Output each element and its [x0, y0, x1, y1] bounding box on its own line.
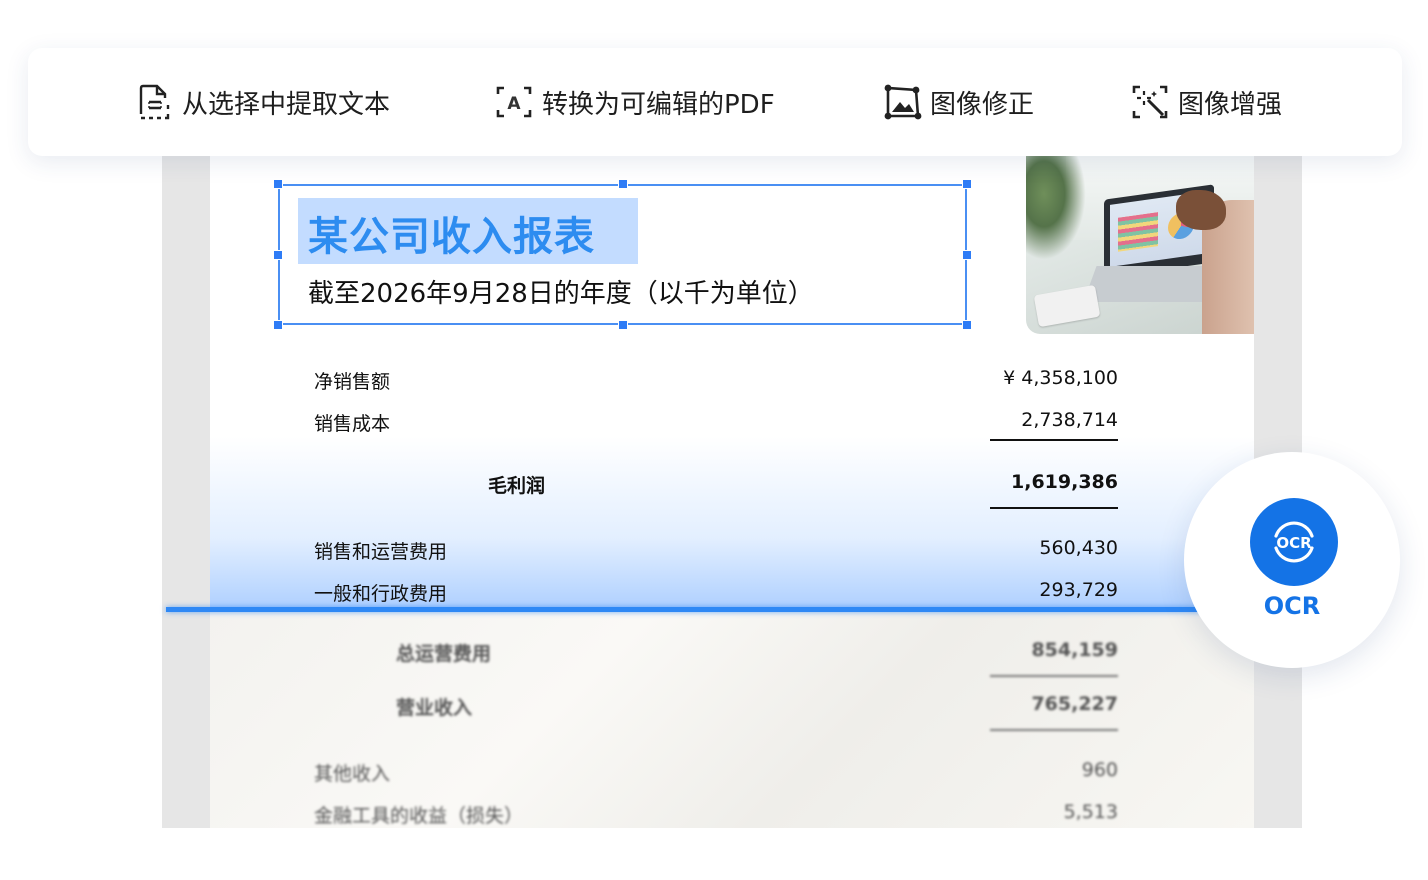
row-value-net-sales: ¥ 4,358,100 — [1003, 367, 1118, 389]
row-value-other-income: 960 — [1081, 759, 1118, 781]
resize-handle-middle-right[interactable] — [962, 250, 972, 260]
subtotal-rule — [990, 439, 1118, 441]
resize-handle-bottom-right[interactable] — [962, 320, 972, 330]
row-value-admin-expenses: 293,729 — [1039, 579, 1118, 601]
row-label-selling-expenses: 销售和运营费用 — [314, 541, 448, 563]
row-label-net-sales: 净销售额 — [314, 371, 391, 393]
row-value-selling-expenses: 560,430 — [1039, 537, 1118, 559]
row-value-cost-of-sales: 2,738,714 — [1021, 409, 1118, 431]
total-rule — [990, 729, 1118, 731]
total-rule — [990, 507, 1118, 509]
ocr-label[interactable]: OCR — [1184, 592, 1400, 620]
extract-text-button[interactable]: 从选择中提取文本 — [134, 80, 390, 124]
image-enhance-button[interactable]: 图像增强 — [1130, 80, 1282, 124]
resize-handle-top-right[interactable] — [962, 179, 972, 189]
row-label-total-operating-expenses: 总运营费用 — [396, 643, 492, 665]
resize-handle-top-middle[interactable] — [618, 179, 628, 189]
extract-text-label: 从选择中提取文本 — [182, 89, 391, 120]
convert-editable-icon: A — [494, 82, 534, 122]
svg-text:A: A — [507, 94, 521, 114]
row-value-total-operating-expenses: 854,159 — [1031, 639, 1118, 661]
resize-handle-bottom-left[interactable] — [273, 320, 283, 330]
ocr-panel: OCR OCR — [1184, 452, 1400, 668]
convert-editable-pdf-button[interactable]: A 转换为可编辑的PDF — [494, 80, 775, 124]
ocr-icon-text: OCR — [1276, 534, 1312, 552]
resize-handle-middle-left[interactable] — [273, 250, 283, 260]
resize-handle-bottom-middle[interactable] — [618, 320, 628, 330]
subtotal-rule — [990, 675, 1118, 677]
row-value-operating-income: 765,227 — [1031, 693, 1118, 715]
image-correction-icon — [882, 82, 922, 122]
selection-box[interactable] — [278, 184, 967, 325]
ocr-toolbar: 从选择中提取文本 A 转换为可编辑的PDF 图像修正 图像增强 — [28, 48, 1402, 156]
ocr-icon: OCR — [1274, 521, 1314, 563]
extract-text-icon — [134, 82, 174, 122]
resize-handle-top-left[interactable] — [273, 179, 283, 189]
row-label-financial-gains: 金融工具的收益（损失） — [314, 805, 524, 827]
row-label-other-income: 其他收入 — [314, 763, 391, 785]
ocr-button[interactable]: OCR — [1250, 498, 1338, 586]
row-value-financial-gains: 5,513 — [1063, 801, 1118, 823]
row-label-admin-expenses: 一般和行政费用 — [314, 583, 448, 605]
image-correction-label: 图像修正 — [930, 89, 1035, 120]
image-correction-button[interactable]: 图像修正 — [882, 80, 1034, 124]
row-value-gross-profit: 1,619,386 — [1011, 471, 1118, 493]
image-enhance-label: 图像增强 — [1178, 89, 1283, 120]
row-label-cost-of-sales: 销售成本 — [314, 413, 391, 435]
image-enhance-icon — [1130, 82, 1170, 122]
row-label-gross-profit: 毛利润 — [488, 475, 546, 497]
scan-line — [166, 607, 1256, 612]
convert-editable-label: 转换为可编辑的PDF — [542, 89, 775, 120]
document-photo — [1026, 150, 1254, 334]
row-label-operating-income: 营业收入 — [396, 697, 473, 719]
